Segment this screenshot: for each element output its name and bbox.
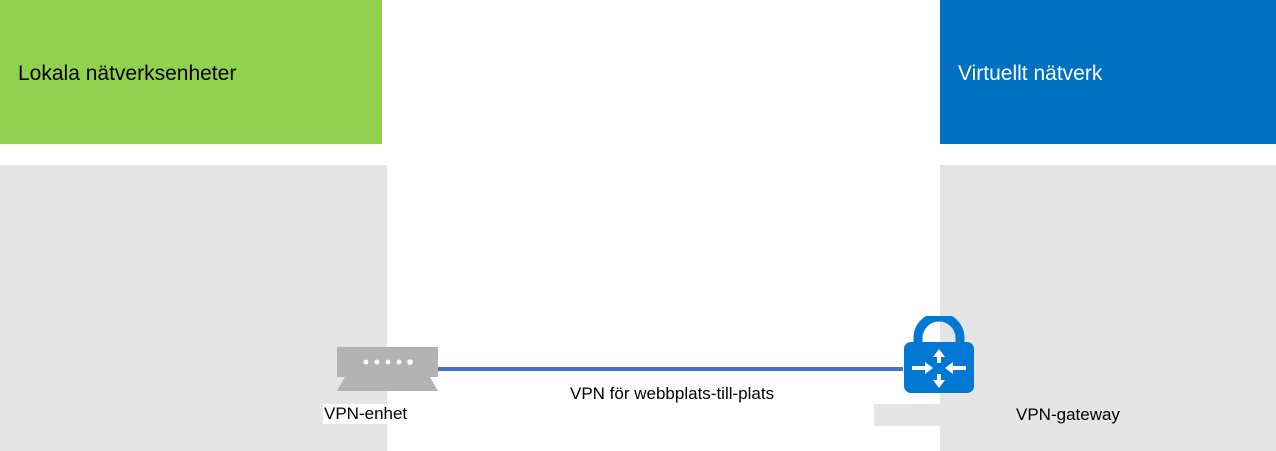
network-device-icon [337, 347, 438, 391]
virtual-network-title: Virtuellt nätverk [958, 62, 1103, 85]
vpn-gateway-lock-icon [904, 316, 974, 393]
connection-label: VPN för webbplats-till-plats [570, 384, 775, 403]
site-to-site-connection-line [437, 367, 903, 371]
on-premises-header: Lokala nätverksenheter [0, 0, 382, 144]
virtual-network-header: Virtuellt nätverk [940, 0, 1276, 144]
vpn-gateway-label: VPN-gateway [1016, 405, 1120, 424]
virtual-network-area-extension [874, 404, 940, 426]
on-premises-title: Lokala nätverksenheter [18, 62, 237, 85]
vpn-device-label: VPN-enhet [323, 404, 409, 424]
